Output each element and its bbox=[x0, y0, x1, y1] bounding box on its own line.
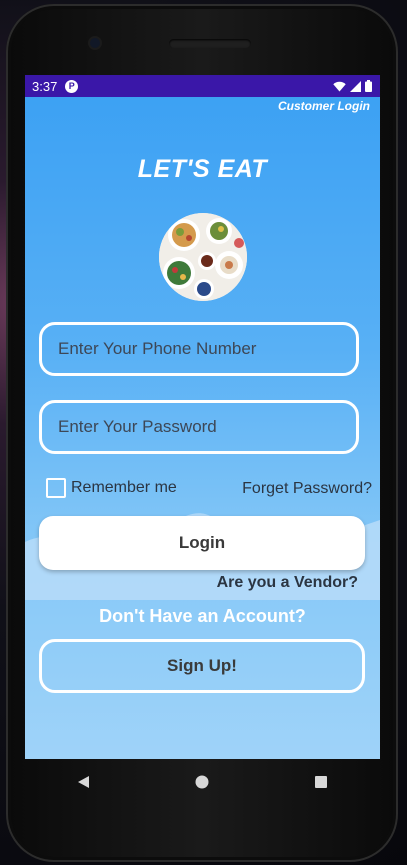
vendor-link[interactable]: Are you a Vendor? bbox=[217, 574, 358, 592]
phone-number-input[interactable]: Enter Your Phone Number bbox=[39, 322, 359, 376]
earpiece bbox=[169, 39, 251, 48]
login-button[interactable]: Login bbox=[39, 516, 365, 570]
app-notification-icon: P bbox=[65, 79, 79, 93]
front-camera bbox=[90, 38, 100, 48]
sign-up-button[interactable]: Sign Up! bbox=[39, 639, 365, 693]
signal-icon bbox=[350, 80, 361, 92]
customer-login-label: Customer Login bbox=[278, 99, 370, 113]
remember-me-checkbox[interactable] bbox=[46, 478, 66, 498]
back-button[interactable] bbox=[64, 762, 104, 802]
app-screen: 3:37 P Customer Login LET'S EAT Enter Yo… bbox=[25, 75, 380, 759]
food-logo-image bbox=[159, 213, 247, 301]
wifi-icon bbox=[333, 81, 346, 91]
status-time: 3:37 bbox=[32, 78, 58, 94]
recents-button[interactable] bbox=[301, 762, 341, 802]
no-account-text: Don't Have an Account? bbox=[99, 606, 306, 626]
remember-me-label: Remember me bbox=[71, 479, 177, 496]
remember-me-row[interactable]: Remember me bbox=[46, 478, 177, 498]
battery-icon bbox=[365, 80, 372, 92]
password-placeholder: Enter Your Password bbox=[58, 417, 217, 436]
app-title: LET'S EAT bbox=[137, 155, 268, 183]
back-icon bbox=[78, 776, 90, 788]
forgot-password-link[interactable]: Forget Password? bbox=[242, 480, 372, 498]
password-input[interactable]: Enter Your Password bbox=[39, 400, 359, 454]
recents-icon bbox=[314, 776, 327, 788]
home-button[interactable] bbox=[182, 762, 222, 802]
system-navigation-bar bbox=[25, 759, 380, 805]
home-icon bbox=[195, 775, 209, 789]
status-bar: 3:37 P bbox=[25, 75, 380, 97]
phone-number-placeholder: Enter Your Phone Number bbox=[58, 339, 257, 358]
